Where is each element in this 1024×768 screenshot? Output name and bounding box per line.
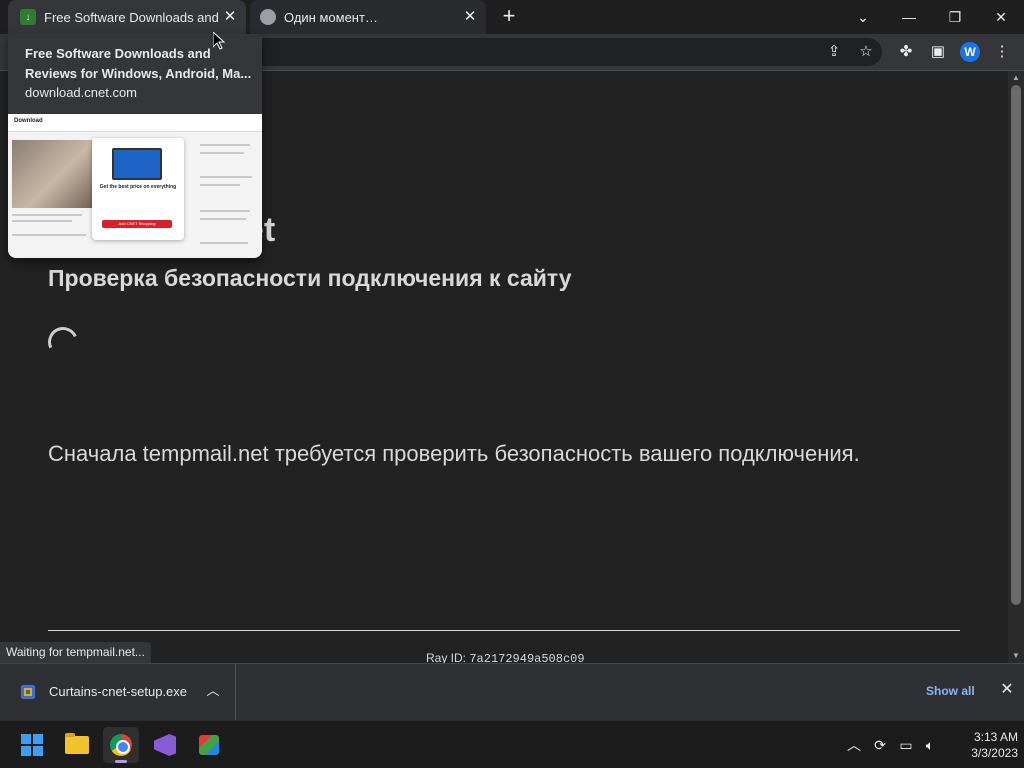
clock-date: 3/3/2023 xyxy=(971,746,1018,760)
volume-icon[interactable]: 🔈︎ xyxy=(920,735,940,755)
security-message: Сначала tempmail.net требуется проверить… xyxy=(48,441,860,466)
tab-strip: ↓ Free Software Downloads and Re ✕ Один … xyxy=(0,0,1024,34)
color-app-button[interactable] xyxy=(191,727,227,763)
ray-id: Ray ID: 7a2172949a508c09 xyxy=(426,651,585,663)
status-bubble: Waiting for tempmail.net... xyxy=(0,642,151,663)
thumbnail-text-line xyxy=(12,234,86,236)
thumbnail-text-line xyxy=(200,152,244,154)
visual-studio-button[interactable] xyxy=(147,727,183,763)
windows-taskbar: ︿ ⟳ ▭ 🔈︎ 3:13 AM 3/3/2023 xyxy=(0,720,1024,768)
thumbnail-text-line xyxy=(200,176,252,178)
display-icon[interactable]: ▭ xyxy=(896,735,916,755)
clock-time: 3:13 AM xyxy=(973,730,1018,744)
chrome-icon xyxy=(110,734,132,756)
thumbnail-text-line xyxy=(200,210,250,212)
tab-title: Free Software Downloads and Re xyxy=(44,9,218,25)
tab-hover-card: Free Software Downloads and Reviews for … xyxy=(8,34,262,258)
extensions-icon[interactable]: ✤ xyxy=(896,42,916,62)
menu-icon[interactable]: ⋮ xyxy=(992,42,1012,62)
bookmark-star-icon[interactable]: ☆ xyxy=(856,42,876,62)
thumbnail-navbar: Download xyxy=(8,114,262,132)
ray-id-label: Ray ID: xyxy=(426,651,470,663)
tab-title: Один момент… xyxy=(284,9,378,25)
cnet-download-icon: ↓ xyxy=(20,9,36,25)
close-icon[interactable]: ✕ xyxy=(998,681,1016,699)
download-shelf: Curtains-cnet-setup.exe ︿ Show all ✕ xyxy=(0,663,1024,720)
thumbnail-logo: Download xyxy=(14,118,43,124)
show-all-link[interactable]: Show all xyxy=(926,684,975,698)
system-clock[interactable]: 3:13 AM 3/3/2023 xyxy=(944,729,1018,761)
laptop-illustration xyxy=(112,148,162,180)
mouse-cursor-icon xyxy=(213,32,225,50)
download-filename: Curtains-cnet-setup.exe xyxy=(49,684,188,699)
ray-id-value: 7a2172949a508c09 xyxy=(469,652,585,663)
thumbnail-popup: Get the best price on everything Add CNE… xyxy=(92,138,184,240)
new-tab-button[interactable]: + xyxy=(498,5,520,28)
tab-one-moment[interactable]: Один момент… ✕ xyxy=(250,0,486,34)
scroll-thumb[interactable] xyxy=(1011,85,1021,605)
profile-avatar[interactable]: W xyxy=(960,42,980,62)
active-app-indicator xyxy=(115,760,127,763)
close-icon[interactable]: ✕ xyxy=(462,9,478,25)
globe-icon xyxy=(260,9,276,25)
thumbnail-text-line xyxy=(12,214,82,216)
folder-icon xyxy=(65,733,89,754)
thumbnail-text-line xyxy=(200,184,240,186)
scroll-down-icon[interactable]: ▼ xyxy=(1008,649,1024,663)
thumbnail-text-line xyxy=(200,144,250,146)
windows-logo-icon xyxy=(21,734,43,756)
chevron-up-icon[interactable]: ︿ xyxy=(844,735,864,755)
close-window-button[interactable]: ✕ xyxy=(986,5,1016,29)
chevron-up-icon[interactable]: ︿ xyxy=(204,682,222,700)
share-icon[interactable]: ⇪ xyxy=(824,42,844,62)
tab-preview-thumbnail: Download Get the best price on everythin… xyxy=(8,114,262,258)
minimize-button[interactable]: — xyxy=(894,5,924,29)
thumbnail-photo xyxy=(12,140,96,208)
color-app-icon xyxy=(199,735,219,755)
thumbnail-text-line xyxy=(200,218,246,220)
close-icon[interactable]: ✕ xyxy=(222,9,238,25)
chrome-taskbar-button[interactable] xyxy=(103,727,139,763)
sync-icon[interactable]: ⟳ xyxy=(870,735,890,755)
hover-card-url: download.cnet.com xyxy=(25,85,138,100)
footer-divider xyxy=(48,630,960,631)
page-heading: Проверка безопасности подключения к сайт… xyxy=(48,265,572,291)
tab-cnet-downloads[interactable]: ↓ Free Software Downloads and Re ✕ xyxy=(8,0,246,34)
address-bar[interactable] xyxy=(230,38,882,66)
popup-headline: Get the best price on everything xyxy=(99,184,177,190)
restore-button[interactable]: ❐ xyxy=(940,5,970,29)
loading-spinner xyxy=(43,322,83,362)
thumbnail-text-line xyxy=(200,242,248,244)
file-explorer-button[interactable] xyxy=(59,727,95,763)
start-button[interactable] xyxy=(14,727,50,763)
side-panel-icon[interactable]: ▣ xyxy=(928,42,948,62)
installer-file-icon xyxy=(21,685,35,699)
scroll-up-icon[interactable]: ▲ xyxy=(1008,71,1024,85)
visual-studio-icon xyxy=(154,734,176,756)
thumbnail-text-line xyxy=(12,220,72,222)
tab-search-button[interactable]: ⌄ xyxy=(848,5,878,29)
hover-card-title: Free Software Downloads and Reviews for … xyxy=(25,46,252,81)
popup-cta-button: Add CNET Shopping xyxy=(102,220,172,228)
vertical-scrollbar[interactable]: ▲ ▼ xyxy=(1008,71,1024,663)
download-item[interactable]: Curtains-cnet-setup.exe ︿ xyxy=(0,664,236,720)
